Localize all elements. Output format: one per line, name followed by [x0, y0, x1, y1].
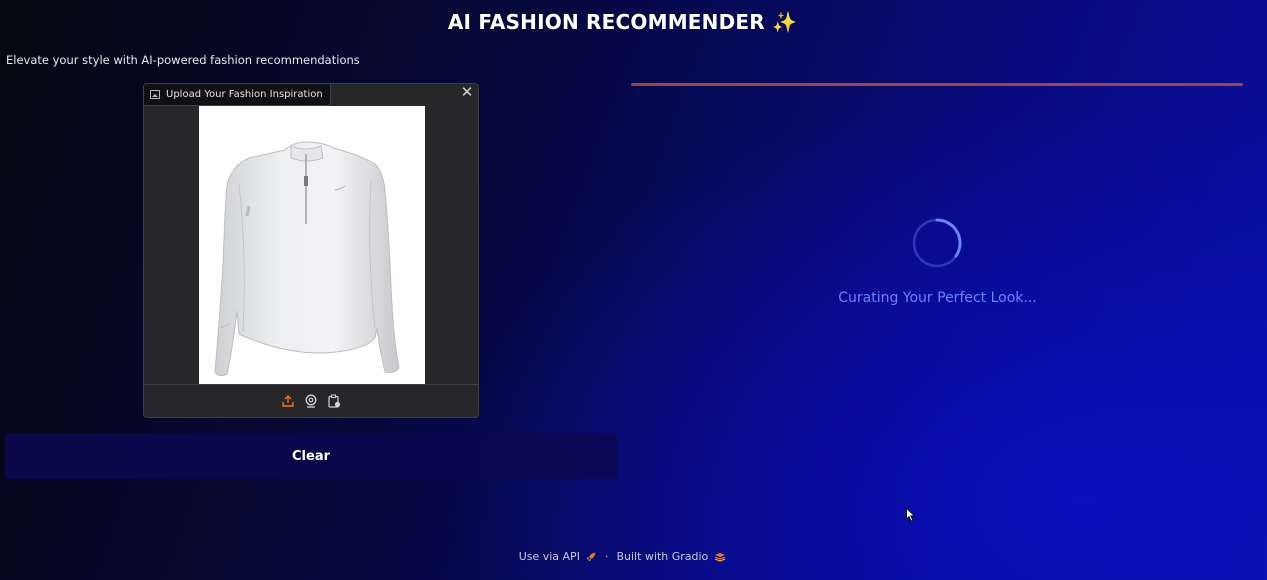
footer-separator: ·	[604, 550, 609, 563]
progress-bar	[631, 83, 1243, 86]
built-with-gradio-link[interactable]: Built with Gradio	[616, 550, 726, 563]
page-title: AI FASHION RECOMMENDER ✨	[447, 10, 798, 34]
page-subtitle: Elevate your style with AI-powered fashi…	[6, 53, 360, 67]
image-source-toolbar	[144, 384, 478, 417]
image-input-label-text: Upload Your Fashion Inspiration	[166, 89, 323, 100]
upload-icon[interactable]	[280, 393, 296, 409]
rocket-icon	[586, 552, 596, 561]
gradio-logo-icon	[715, 552, 726, 562]
built-with-label: Built with Gradio	[616, 550, 709, 563]
loading-text: Curating Your Perfect Look...	[838, 290, 1037, 306]
clipboard-icon[interactable]	[326, 393, 342, 409]
webcam-icon[interactable]	[303, 393, 319, 409]
image-icon	[150, 90, 160, 99]
close-icon[interactable]: ✕	[459, 85, 475, 101]
loading-spinner-icon	[912, 218, 962, 268]
footer: Use via API · Built with Gradio	[0, 550, 1245, 563]
shirt-image	[214, 141, 400, 377]
image-input-label: Upload Your Fashion Inspiration	[144, 84, 331, 106]
image-upload-panel[interactable]: Upload Your Fashion Inspiration ✕	[143, 83, 479, 418]
uploaded-image	[199, 106, 425, 384]
mouse-cursor-icon	[906, 508, 916, 522]
use-api-link[interactable]: Use via API	[519, 550, 597, 563]
clear-button[interactable]: Clear	[5, 433, 617, 479]
use-api-label: Use via API	[518, 550, 580, 563]
